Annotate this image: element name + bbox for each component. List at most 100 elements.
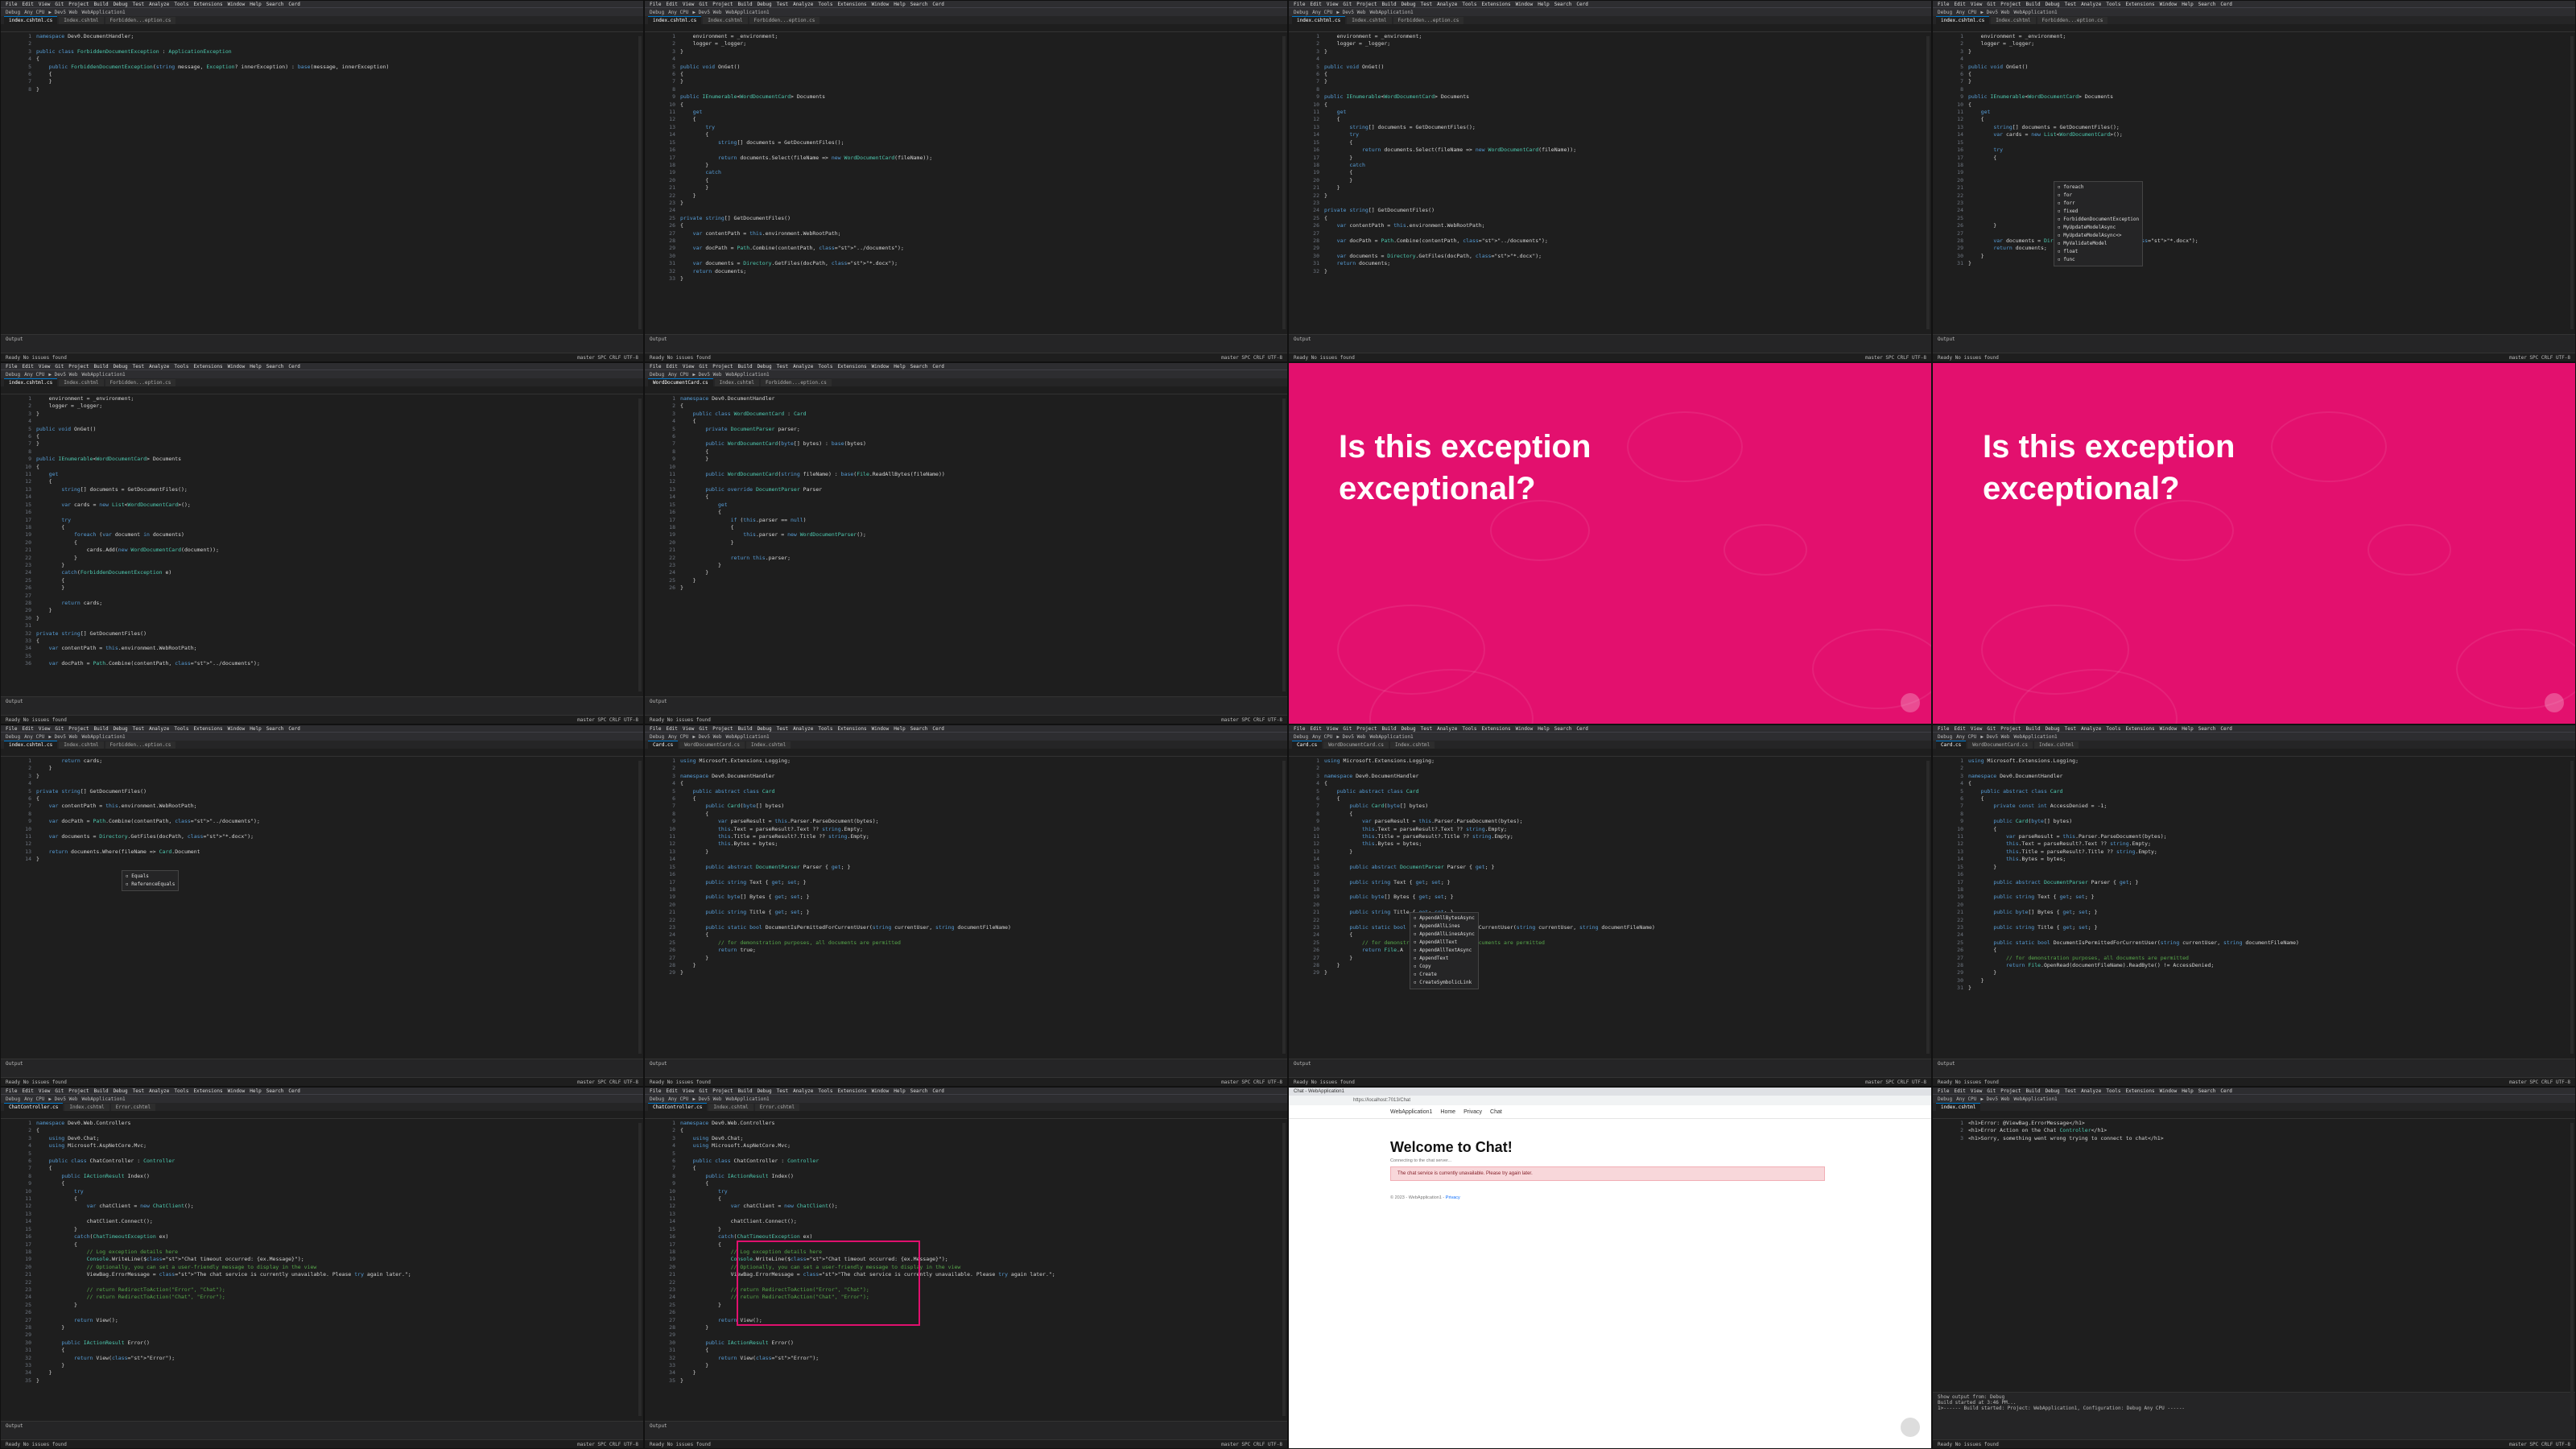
menu-item-view[interactable]: View <box>1327 726 1338 732</box>
platform-dropdown[interactable]: Any CPU <box>668 734 688 740</box>
menu-item-help[interactable]: Help <box>1538 2 1549 7</box>
platform-dropdown[interactable]: Any CPU <box>668 10 688 15</box>
menu-item-help[interactable]: Help <box>1538 726 1549 732</box>
vertical-scrollbar[interactable] <box>1282 398 1286 691</box>
intellisense-item[interactable]: ▫ MyValidateModel <box>2058 240 2139 248</box>
menu-item-test[interactable]: Test <box>2065 2 2076 7</box>
menu-item-project[interactable]: Project <box>68 726 89 732</box>
intellisense-item[interactable]: ▫ forr <box>2058 200 2139 208</box>
menu-item-cerd[interactable]: Cerd <box>2220 1088 2231 1094</box>
editor-tab[interactable]: index.cshtml.cs <box>4 378 58 386</box>
vertical-scrollbar[interactable] <box>1926 761 1930 1054</box>
menu-item-help[interactable]: Help <box>250 2 261 7</box>
menu-item-help[interactable]: Help <box>894 2 905 7</box>
menu-item-git[interactable]: Git <box>1987 1088 1996 1094</box>
editor-tab[interactable]: Forbidden...eption.cs <box>761 379 832 386</box>
menu-item-test[interactable]: Test <box>1421 2 1432 7</box>
project-dropdown[interactable]: WebApplication1 <box>81 10 125 15</box>
site-brand[interactable]: WebApplication1 <box>1390 1109 1432 1115</box>
menu-item-edit[interactable]: Edit <box>1310 726 1321 732</box>
editor-tab[interactable]: Card.cs <box>1936 741 1967 749</box>
config-dropdown[interactable]: Debug <box>1938 734 1952 740</box>
vertical-scrollbar[interactable] <box>2570 36 2574 329</box>
intellisense-item[interactable]: ▫ ForbiddenDocumentException <box>2058 216 2139 224</box>
editor-tab[interactable]: Index.cshtml <box>64 1104 109 1111</box>
run-button[interactable]: ▶ Dev5 Web <box>48 1096 77 1102</box>
menu-item-test[interactable]: Test <box>777 1088 788 1094</box>
menu-item-build[interactable]: Build <box>1382 726 1397 732</box>
project-dropdown[interactable]: WebApplication1 <box>725 10 769 15</box>
intellisense-item[interactable]: ▫ Equals <box>126 873 175 881</box>
config-dropdown[interactable]: Debug <box>6 372 20 378</box>
project-dropdown[interactable]: WebApplication1 <box>81 734 125 740</box>
menu-item-project[interactable]: Project <box>68 1088 89 1094</box>
editor-tab[interactable]: Forbidden...eption.cs <box>105 741 176 749</box>
menu-item-git[interactable]: Git <box>55 726 64 732</box>
menu-item-debug[interactable]: Debug <box>1402 726 1416 732</box>
menu-item-help[interactable]: Help <box>250 364 261 369</box>
vertical-scrollbar[interactable] <box>1282 36 1286 329</box>
menu-item-git[interactable]: Git <box>699 726 708 732</box>
menu-item-edit[interactable]: Edit <box>1954 2 1965 7</box>
menu-item-tools[interactable]: Tools <box>818 1088 832 1094</box>
menu-item-window[interactable]: Window <box>1516 2 1534 7</box>
editor-tab[interactable]: Index.cshtml <box>714 379 759 386</box>
menu-item-file[interactable]: File <box>650 1088 661 1094</box>
editor-tab[interactable]: Index.cshtml <box>745 741 791 749</box>
menu-item-build[interactable]: Build <box>94 364 109 369</box>
menu-item-analyze[interactable]: Analyze <box>793 1088 813 1094</box>
intellisense-item[interactable]: ▫ ReferenceEquals <box>126 881 175 889</box>
menu-item-extensions[interactable]: Extensions <box>2125 1088 2154 1094</box>
menu-item-window[interactable]: Window <box>228 726 246 732</box>
menu-item-project[interactable]: Project <box>712 1088 733 1094</box>
menu-item-project[interactable]: Project <box>1356 2 1377 7</box>
menu-item-tools[interactable]: Tools <box>2106 726 2120 732</box>
menu-item-window[interactable]: Window <box>872 2 890 7</box>
config-dropdown[interactable]: Debug <box>650 1096 664 1102</box>
menu-item-search[interactable]: Search <box>2198 1088 2216 1094</box>
vertical-scrollbar[interactable] <box>638 36 642 329</box>
menu-item-edit[interactable]: Edit <box>22 726 33 732</box>
menu-item-tools[interactable]: Tools <box>2106 1088 2120 1094</box>
menu-item-git[interactable]: Git <box>699 364 708 369</box>
run-button[interactable]: ▶ Dev5 Web <box>48 734 77 740</box>
menu-item-file[interactable]: File <box>1938 726 1949 732</box>
code-area[interactable]: return cards; }} private string[] GetDoc… <box>36 758 643 1059</box>
project-dropdown[interactable]: WebApplication1 <box>2013 1096 2057 1102</box>
nav-link-chat[interactable]: Chat <box>1490 1109 1502 1115</box>
intellisense-popup[interactable]: ▫ foreach ▫ for ▫ forr ▫ fixed ▫ ForbiddenDo… <box>2054 181 2144 266</box>
menu-item-help[interactable]: Help <box>894 726 905 732</box>
editor-tab[interactable]: Error.cshtml <box>110 1104 156 1111</box>
editor-tab[interactable]: Index.cshtml <box>59 379 104 386</box>
editor-tab[interactable]: WordDocumentCard.cs <box>1967 741 2033 749</box>
run-button[interactable]: ▶ Dev5 Web <box>1980 1096 2009 1102</box>
menu-item-git[interactable]: Git <box>1987 726 1996 732</box>
menu-item-git[interactable]: Git <box>699 2 708 7</box>
editor-tab[interactable]: index.cshtml.cs <box>4 741 58 749</box>
menu-item-view[interactable]: View <box>1327 2 1338 7</box>
menu-item-tools[interactable]: Tools <box>174 2 188 7</box>
menu-item-build[interactable]: Build <box>94 726 109 732</box>
menu-item-test[interactable]: Test <box>1421 726 1432 732</box>
menu-item-view[interactable]: View <box>39 364 50 369</box>
menu-item-edit[interactable]: Edit <box>22 2 33 7</box>
config-dropdown[interactable]: Debug <box>1294 734 1308 740</box>
intellisense-item[interactable]: ▫ AppendText <box>1414 955 1475 963</box>
menu-item-tools[interactable]: Tools <box>1462 726 1476 732</box>
editor-tab[interactable]: Forbidden...eption.cs <box>105 379 176 386</box>
vertical-scrollbar[interactable] <box>1282 1123 1286 1416</box>
menu-item-git[interactable]: Git <box>1987 2 1996 7</box>
editor-tab[interactable]: index.cshtml.cs <box>1292 16 1346 24</box>
menu-item-extensions[interactable]: Extensions <box>193 1088 222 1094</box>
platform-dropdown[interactable]: Any CPU <box>1312 734 1332 740</box>
menu-item-build[interactable]: Build <box>94 2 109 7</box>
intellisense-item[interactable]: ▫ float <box>2058 248 2139 256</box>
config-dropdown[interactable]: Debug <box>650 734 664 740</box>
menu-item-window[interactable]: Window <box>228 2 246 7</box>
menu-item-debug[interactable]: Debug <box>758 2 772 7</box>
platform-dropdown[interactable]: Any CPU <box>1956 10 1976 15</box>
code-editor[interactable]: 1 2 3 4 5 6 7 8 9 10 11 12 13 14 15 16 17 18 19 20 21 22 23 24 2… <box>1289 758 1931 1059</box>
menu-item-analyze[interactable]: Analyze <box>149 726 169 732</box>
platform-dropdown[interactable]: Any CPU <box>1312 10 1332 15</box>
run-button[interactable]: ▶ Dev5 Web <box>1336 10 1365 15</box>
